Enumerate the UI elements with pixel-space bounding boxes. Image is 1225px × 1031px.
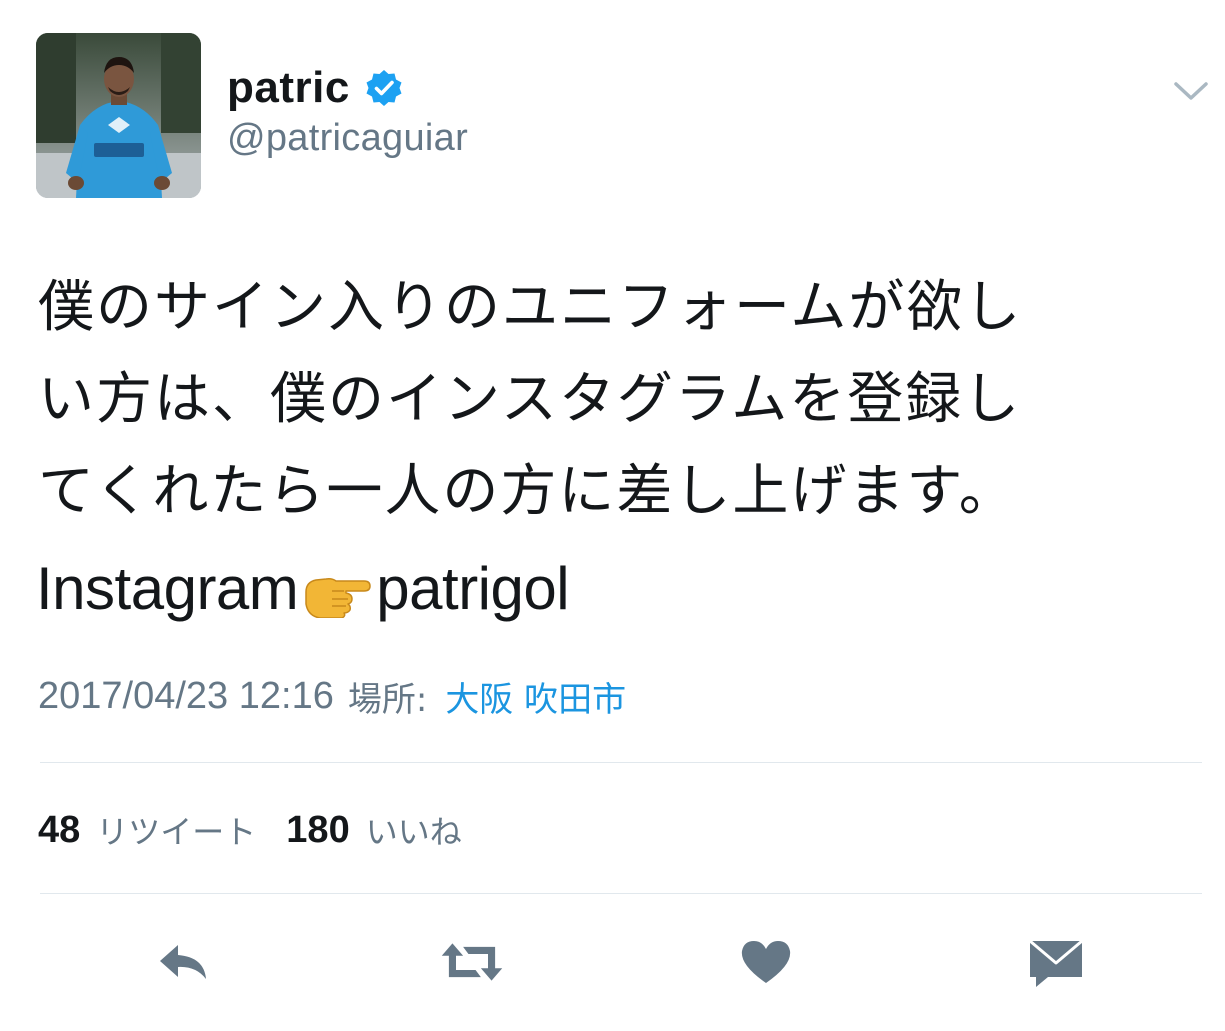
instagram-line: Instagram patrigol xyxy=(36,548,570,628)
instagram-handle: patrigol xyxy=(376,554,570,622)
direct-message-button[interactable] xyxy=(1024,930,1088,994)
pointing-hand-icon xyxy=(302,563,372,619)
location-label: 場所: xyxy=(347,679,428,720)
retweet-label[interactable]: リツイート xyxy=(96,807,256,853)
divider xyxy=(40,893,1202,894)
tweet-text-line: てくれたら一人の方に差し上げます。 xyxy=(38,459,1017,524)
author-handle[interactable]: @patricaguiar xyxy=(227,117,468,160)
avatar-photo xyxy=(36,33,201,198)
tweet-action-bar xyxy=(0,930,1225,994)
retweet-count[interactable]: 48 xyxy=(38,809,80,852)
tweet-text-line: い方は、僕のインスタグラムを登録し xyxy=(38,367,1022,432)
tweet-stats: 48 リツイート 180 いいね xyxy=(38,800,462,860)
tweet-timestamp[interactable]: 2017/04/23 12:16 xyxy=(38,675,334,718)
chevron-down-icon[interactable] xyxy=(1172,78,1210,104)
like-button[interactable] xyxy=(734,930,798,994)
author-name-row[interactable]: patric xyxy=(227,60,404,116)
heart-icon xyxy=(741,941,791,983)
author-avatar[interactable] xyxy=(36,33,201,198)
instagram-prefix: Instagram xyxy=(36,554,299,622)
tweet-text-line: 僕のサイン入りのユニフォームが欲し xyxy=(38,275,1023,340)
divider xyxy=(40,762,1202,763)
like-label[interactable]: いいね xyxy=(366,807,462,853)
retweet-button[interactable] xyxy=(440,930,504,994)
verified-badge-icon xyxy=(364,68,404,108)
tweet-meta: 2017/04/23 12:16 場所: 大阪 吹田市 xyxy=(38,668,626,724)
tweet-text: 僕のサイン入りのユニフォームが欲し い方は、僕のインスタグラムを登録し てくれた… xyxy=(38,262,1188,538)
author-display-name[interactable]: patric xyxy=(227,63,350,113)
reply-button[interactable] xyxy=(152,930,216,994)
like-count[interactable]: 180 xyxy=(286,809,349,852)
reply-icon xyxy=(160,945,206,979)
retweet-icon xyxy=(441,943,503,981)
location-link[interactable]: 大阪 吹田市 xyxy=(445,672,626,721)
envelope-icon xyxy=(1029,939,1083,987)
